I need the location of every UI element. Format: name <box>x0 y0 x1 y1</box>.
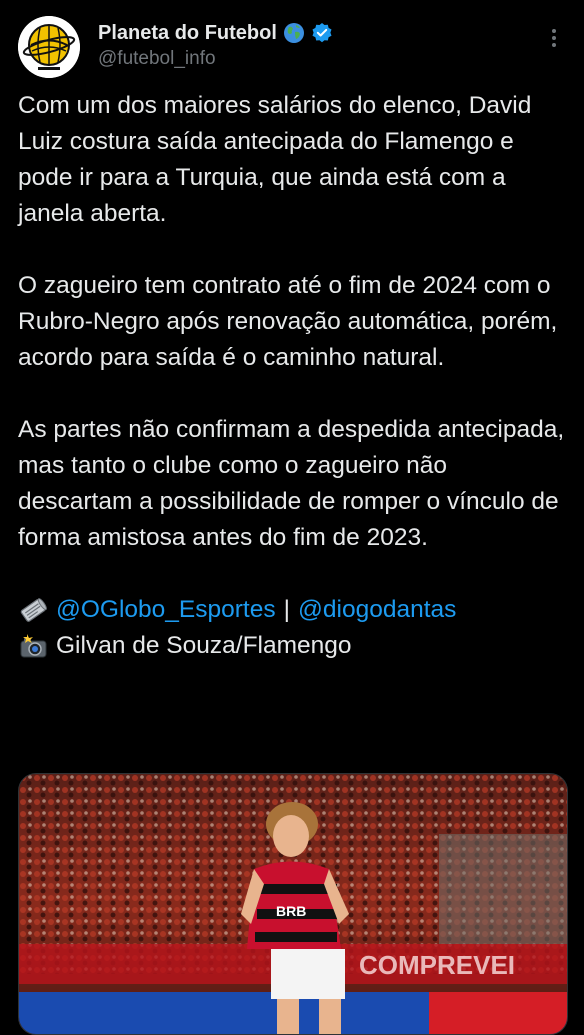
newspaper-icon <box>20 598 47 622</box>
stadium-board-text: COMPREVEI <box>359 950 515 980</box>
photo-credit-text: Gilvan de Souza/Flamengo <box>56 632 352 659</box>
verified-icon <box>312 23 332 43</box>
source-line: @OGlobo_Esportes | @diogodantas <box>18 592 568 628</box>
photo-player-flamengo: COMPREVEI BRB <box>19 774 567 1034</box>
camera-flash-icon <box>20 634 47 658</box>
tweet-paragraph-1: Com um dos maiores salários do elenco, D… <box>18 92 532 227</box>
more-options-icon[interactable] <box>544 26 564 54</box>
globe-icon <box>283 23 304 43</box>
author-handle[interactable]: @futebol_info <box>98 48 333 70</box>
mention-oglobo-esportes[interactable]: @OGlobo_Esportes <box>56 592 276 628</box>
tweet-header: Planeta do Futebol @futebol_info <box>18 14 570 78</box>
source-separator: | <box>283 596 290 623</box>
tweet-text: Com um dos maiores salários do elenco, D… <box>18 88 568 664</box>
author-display-name[interactable]: Planeta do Futebol <box>98 22 277 45</box>
tweet-paragraph-3: As partes não confirmam a despedida ante… <box>18 416 565 551</box>
tweet-paragraph-2: O zagueiro tem contrato até o fim de 202… <box>18 272 558 371</box>
tweet-photo[interactable]: COMPREVEI BRB <box>18 773 568 1035</box>
avatar[interactable] <box>18 16 80 78</box>
mention-diogodantas[interactable]: @diogodantas <box>298 592 456 628</box>
photo-credit-line: Gilvan de Souza/Flamengo <box>18 628 568 664</box>
jersey-sponsor-text: BRB <box>276 903 306 919</box>
planeta-do-futebol-logo <box>18 16 80 78</box>
